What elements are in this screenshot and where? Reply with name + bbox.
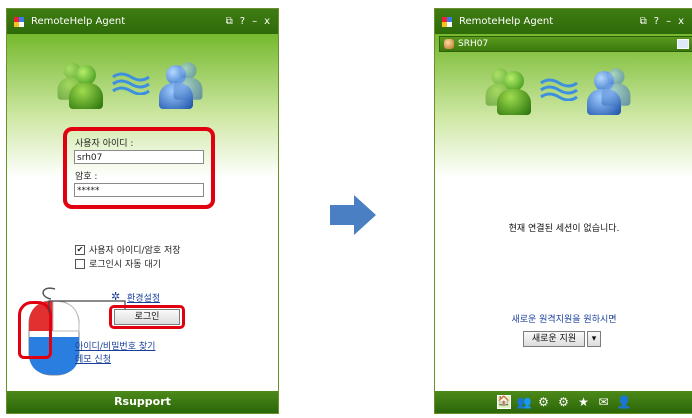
- transition-arrow-icon: [330, 195, 376, 235]
- users-icon[interactable]: 👥: [517, 395, 532, 409]
- new-support-prompt: 새로운 원격지원을 원하시면: [511, 315, 617, 325]
- user-id-label: 사용자 아이디 :: [75, 139, 134, 149]
- password-input[interactable]: *****: [74, 183, 204, 197]
- auto-wait-label: 로그인시 자동 대기: [89, 260, 161, 270]
- settings-link[interactable]: 환경설정: [127, 291, 160, 304]
- logo-graphic: [55, 49, 203, 109]
- demo-request-link[interactable]: 데모 신청: [75, 352, 111, 365]
- title-bar[interactable]: RemoteHelp Agent ⧉ ? – x: [7, 9, 278, 34]
- home-icon[interactable]: 🏠: [496, 395, 511, 409]
- help-icon[interactable]: ?: [654, 16, 659, 27]
- login-button[interactable]: 로그인: [114, 309, 180, 325]
- user-icon: [173, 62, 203, 100]
- settings-icon[interactable]: ⚙: [537, 395, 551, 409]
- user-id-input[interactable]: srh07: [74, 150, 204, 164]
- window-title: RemoteHelp Agent: [459, 16, 554, 27]
- find-account-link[interactable]: 아이디/비밀번호 찾기: [75, 339, 155, 352]
- restore-icon[interactable]: ⧉: [226, 16, 233, 27]
- user-card-icon[interactable]: [677, 39, 689, 49]
- user-status-icon[interactable]: 👤: [617, 395, 632, 409]
- user-icon: [69, 65, 103, 109]
- help-icon[interactable]: ?: [240, 16, 245, 27]
- minimize-icon[interactable]: –: [252, 16, 257, 27]
- no-session-message: 현재 연결된 세션이 없습니다.: [508, 224, 620, 234]
- new-support-dropdown[interactable]: ▾: [587, 331, 601, 347]
- tools-icon[interactable]: ⚙: [557, 395, 571, 409]
- login-window: RemoteHelp Agent ⧉ ? – x 사용자 아이디 : srh07…: [6, 8, 279, 414]
- window-title: RemoteHelp Agent: [31, 16, 126, 27]
- save-credentials-checkbox[interactable]: ✔ 사용자 아이디/암호 저장: [75, 243, 181, 256]
- checkbox-unchecked-icon[interactable]: [75, 258, 85, 269]
- checkbox-checked-icon[interactable]: ✔: [75, 244, 85, 255]
- user-icon: [601, 68, 631, 106]
- user-bar[interactable]: SRH07: [439, 36, 692, 52]
- connection-waves-icon: [540, 78, 578, 101]
- new-support-button[interactable]: 새로운 지원: [523, 331, 585, 347]
- close-icon[interactable]: x: [264, 16, 270, 27]
- auto-wait-checkbox[interactable]: 로그인시 자동 대기: [75, 257, 161, 270]
- user-name: SRH07: [458, 39, 489, 49]
- close-icon[interactable]: x: [678, 16, 684, 27]
- favorite-icon[interactable]: ★: [577, 395, 591, 409]
- user-icon: [497, 71, 531, 115]
- session-window: RemoteHelp Agent ⧉ ? – x SRH07 현재 연결된 세션…: [434, 8, 692, 414]
- connection-waves-icon: [112, 72, 150, 95]
- app-icon: [13, 16, 25, 28]
- minimize-icon[interactable]: –: [666, 16, 671, 27]
- message-icon[interactable]: ✉: [597, 395, 611, 409]
- logo-graphic: [483, 55, 631, 115]
- user-avatar-icon: [444, 39, 454, 49]
- settings-gear-icon[interactable]: ✲: [111, 290, 120, 303]
- app-icon: [441, 16, 453, 28]
- bottom-toolbar: 🏠 👥 ⚙ ⚙ ★ ✉ 👤: [435, 391, 692, 413]
- title-bar[interactable]: RemoteHelp Agent ⧉ ? – x: [435, 9, 692, 34]
- password-label: 암호 :: [75, 172, 98, 182]
- save-credentials-label: 사용자 아이디/암호 저장: [89, 246, 181, 256]
- restore-icon[interactable]: ⧉: [640, 16, 647, 27]
- brand-footer: Rsupport: [7, 391, 278, 413]
